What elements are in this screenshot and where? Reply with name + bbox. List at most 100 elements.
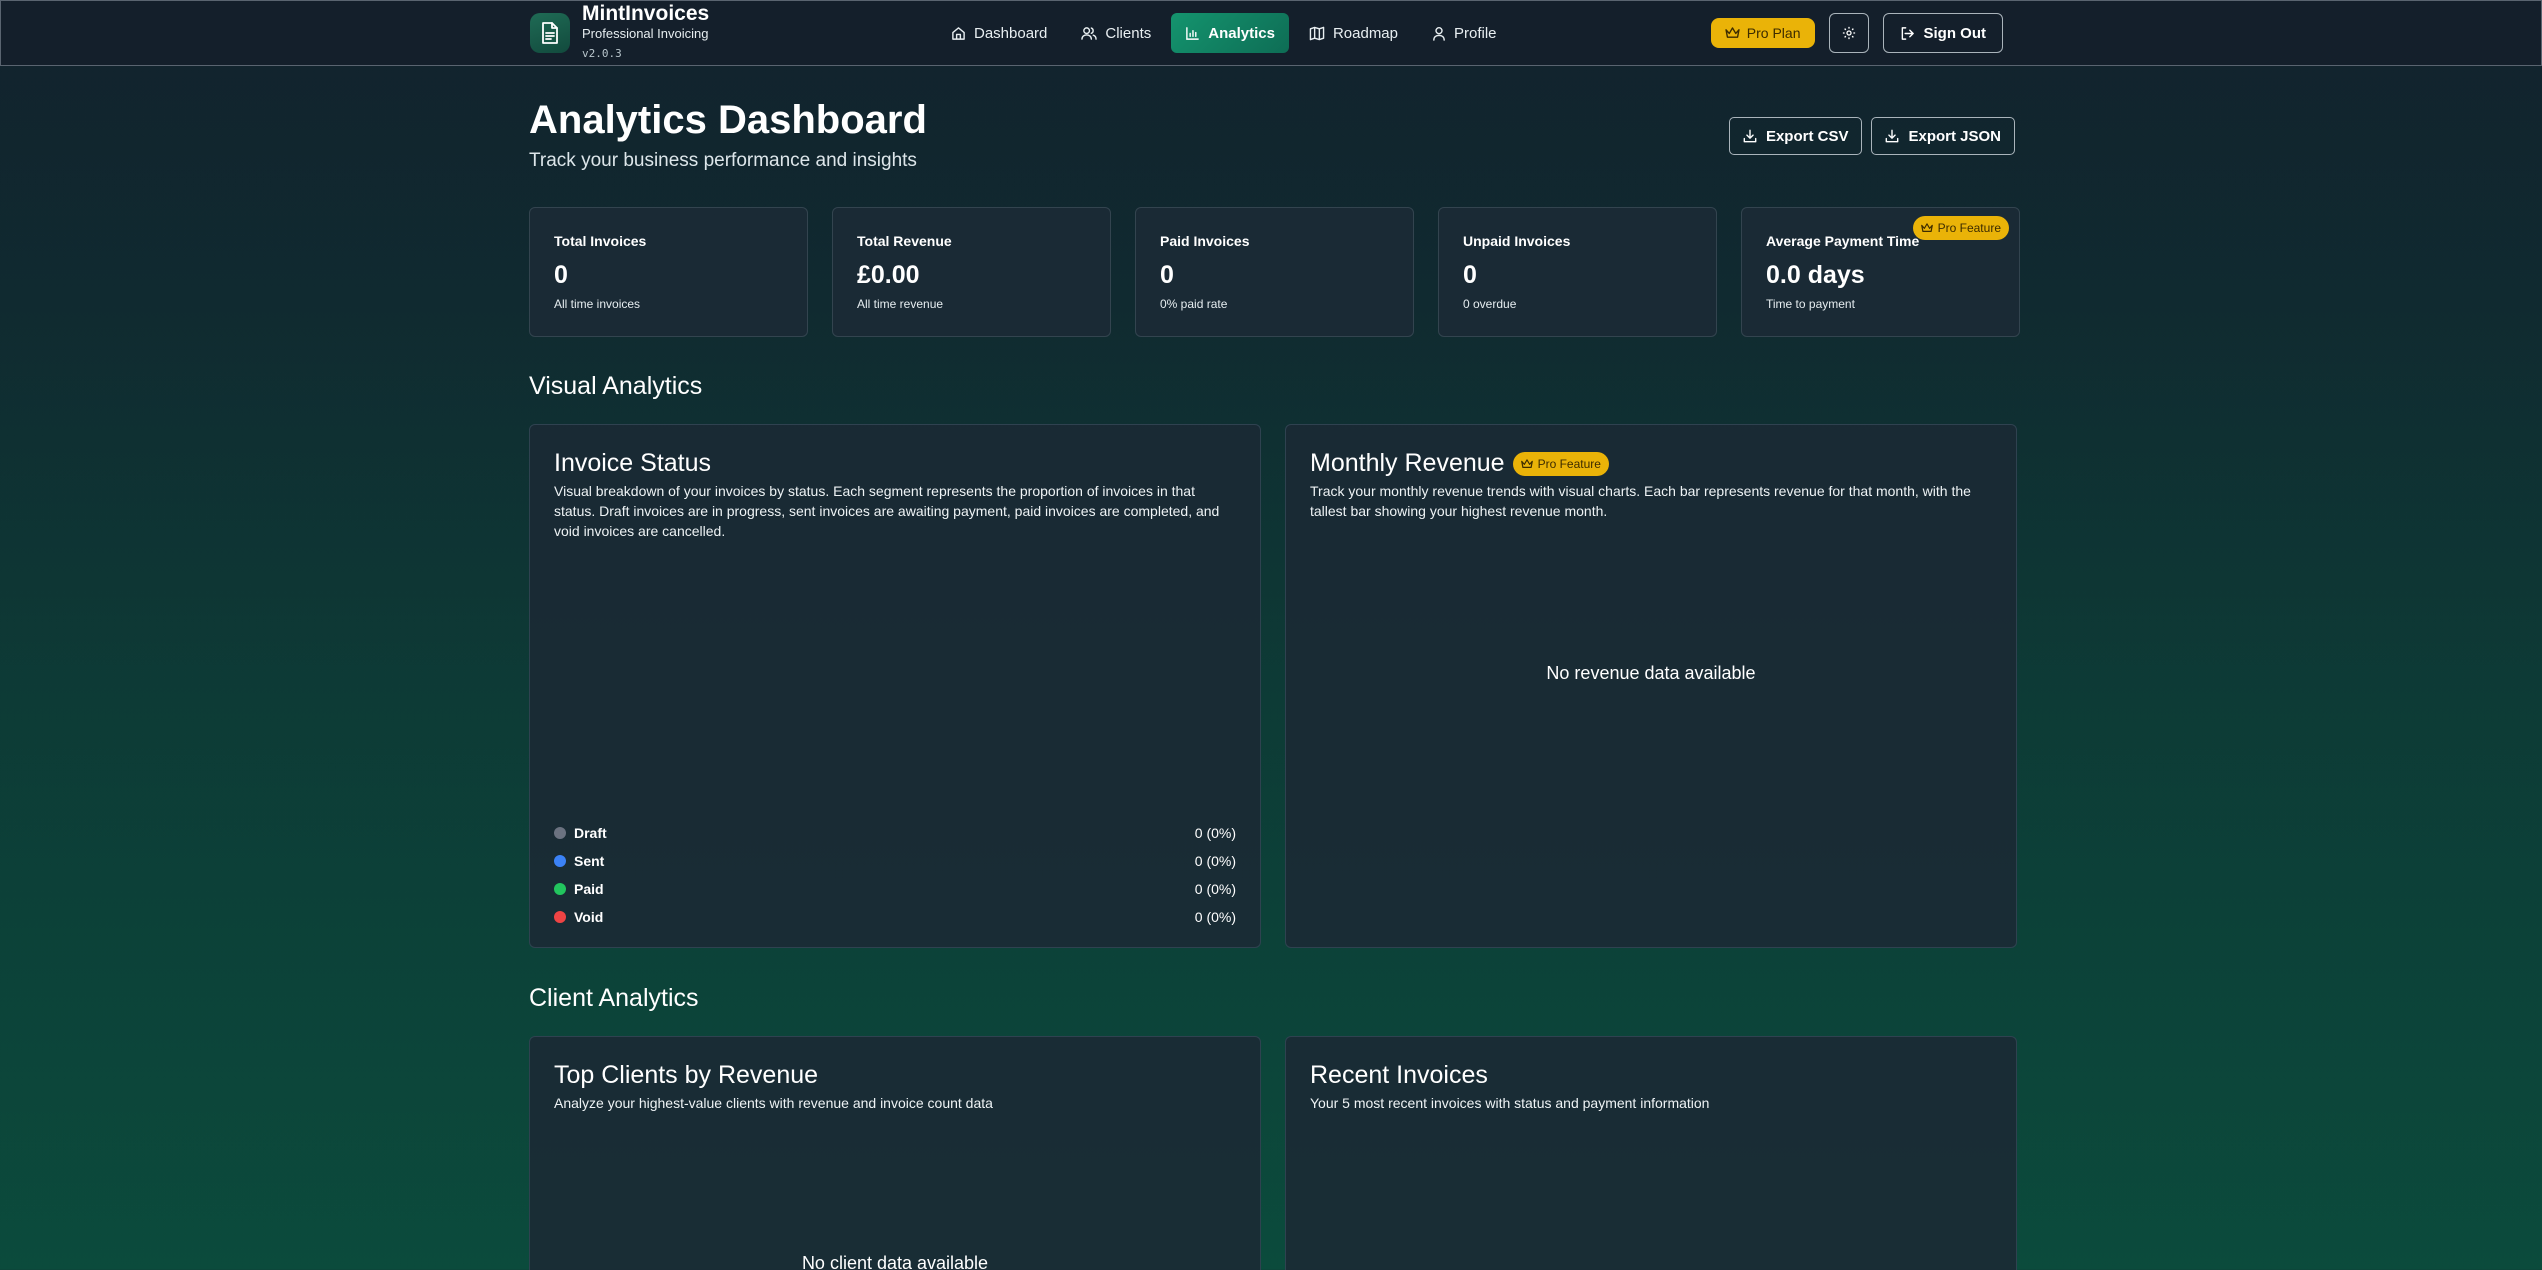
legend-value: 0 (0%) [1194,825,1236,841]
sign-out-label: Sign Out [1923,24,1987,42]
brand[interactable]: MintInvoices Professional Invoicing v2.0… [530,3,709,60]
app-name: MintInvoices [582,2,710,25]
export-csv-button[interactable]: Export CSV [1728,117,1863,155]
stat-note: All time revenue [857,297,944,311]
nav-analytics[interactable]: Analytics [1171,13,1289,53]
stat-value: 0 [1463,261,1477,289]
legend-dot [554,911,566,923]
legend-label: Void [574,909,604,925]
app-tagline: Professional Invoicing [582,26,709,41]
app-version: v2.0.3 [582,47,622,60]
page-title: Analytics Dashboard [529,98,927,142]
empty-state-message: No revenue data available [1546,663,1756,683]
stats-row: Total Invoices 0 All time invoices Total… [529,207,2020,337]
recent-invoices-title: Recent Invoices [1310,1061,1488,1089]
crown-icon [1520,458,1533,469]
invoice-status-title: Invoice Status [554,449,712,477]
stat-value: 0 [1160,261,1174,289]
crown-icon [1725,27,1740,39]
invoice-status-panel: Invoice Status Visual breakdown of your … [529,424,1261,948]
panel-title: Recent Invoices [1310,1061,1488,1090]
settings-button[interactable] [1828,13,1869,53]
stat-note: Time to payment [1766,297,1855,311]
stat-card-paid-invoices: Paid Invoices 0 0% paid rate [1135,207,1414,337]
stat-card-unpaid-invoices: Unpaid Invoices 0 0 overdue [1438,207,1717,337]
monthly-revenue-panel: Monthly Revenue Pro Feature Track your m… [1285,424,2017,948]
legend-dot [554,855,566,867]
panel-description: Track your monthly revenue trends with v… [1310,483,1971,519]
panel-title: Monthly Revenue Pro Feature [1310,449,1609,478]
legend-label: Draft [574,825,607,841]
legend-row-sent: Sent 0 (0%) [554,847,1236,875]
export-actions: Export CSV Export JSON [1728,117,2015,155]
top-clients-panel: Top Clients by Revenue Analyze your high… [529,1036,1261,1270]
user-icon [1432,26,1446,41]
map-icon [1309,26,1325,41]
stat-value: 0 [554,261,568,289]
document-icon [530,13,570,53]
crown-icon [1920,223,1933,233]
download-icon [1743,129,1757,143]
nav-roadmap[interactable]: Roadmap [1295,13,1412,53]
stat-label: Total Revenue [857,233,952,249]
export-json-label: Export JSON [1908,127,2001,145]
visual-analytics-heading: Visual Analytics [529,372,703,400]
main-nav: Dashboard Clients Analytics Roadmap Prof… [937,13,1511,53]
legend-value: 0 (0%) [1194,909,1236,925]
nav-roadmap-label: Roadmap [1332,24,1398,42]
export-json-button[interactable]: Export JSON [1871,117,2015,155]
stat-card-average-payment-time: Pro Feature Average Payment Time 0.0 day… [1741,207,2020,337]
panel-description: Visual breakdown of your invoices by sta… [554,483,1220,539]
stat-value: 0.0 days [1766,261,1865,289]
nav-dashboard[interactable]: Dashboard [937,13,1061,53]
legend-dot [554,883,566,895]
pro-feature-label: Pro Feature [1537,456,1601,471]
panel-description: Your 5 most recent invoices with status … [1310,1095,1710,1111]
panel-description: Analyze your highest-value clients with … [554,1095,993,1111]
nav-clients[interactable]: Clients [1067,13,1165,53]
nav-dashboard-label: Dashboard [974,24,1048,42]
stat-note: All time invoices [554,297,641,311]
pro-feature-badge: Pro Feature [1512,451,1609,476]
legend-value: 0 (0%) [1194,881,1236,897]
pro-plan-label: Pro Plan [1746,25,1801,41]
stat-note: 0% paid rate [1160,297,1228,311]
stat-card-total-revenue: Total Revenue £0.00 All time revenue [832,207,1111,337]
gear-icon [1842,26,1856,40]
stat-note: 0 overdue [1463,297,1517,311]
stat-label: Unpaid Invoices [1463,233,1571,249]
header-actions: Pro Plan Sign Out [1710,13,2003,53]
stat-label: Paid Invoices [1160,233,1250,249]
legend-value: 0 (0%) [1194,853,1236,869]
pro-plan-badge[interactable]: Pro Plan [1710,18,1815,48]
log-out-icon [1900,26,1915,41]
legend-label: Paid [574,881,604,897]
sign-out-button[interactable]: Sign Out [1882,13,2003,53]
nav-analytics-label: Analytics [1208,24,1275,42]
client-analytics-heading: Client Analytics [529,984,699,1012]
panel-title: Invoice Status [554,449,711,478]
nav-profile-label: Profile [1454,24,1497,42]
page-subtitle: Track your business performance and insi… [529,150,917,171]
users-icon [1081,26,1098,41]
bar-chart-icon [1185,26,1200,41]
recent-invoices-panel: Recent Invoices Your 5 most recent invoi… [1285,1036,2017,1270]
home-icon [951,26,966,41]
empty-state-message: No client data available [801,1253,989,1270]
panel-title: Top Clients by Revenue [554,1061,818,1090]
stat-card-total-invoices: Total Invoices 0 All time invoices [529,207,808,337]
top-navigation-bar: MintInvoices Professional Invoicing v2.0… [0,0,2542,66]
stat-label: Total Invoices [554,233,647,249]
legend-label: Sent [574,853,605,869]
download-icon [1885,129,1899,143]
legend-row-draft: Draft 0 (0%) [554,819,1236,847]
nav-profile[interactable]: Profile [1418,13,1511,53]
legend-row-paid: Paid 0 (0%) [554,875,1236,903]
nav-clients-label: Clients [1105,24,1152,42]
legend-row-void: Void 0 (0%) [554,903,1236,931]
pro-feature-label: Pro Feature [1937,221,2001,235]
export-csv-label: Export CSV [1765,127,1849,145]
invoice-status-legend: Draft 0 (0%) Sent 0 (0%) Paid 0 (0%) Voi… [554,819,1236,931]
top-clients-title: Top Clients by Revenue [554,1061,819,1089]
stat-value: £0.00 [857,261,920,289]
